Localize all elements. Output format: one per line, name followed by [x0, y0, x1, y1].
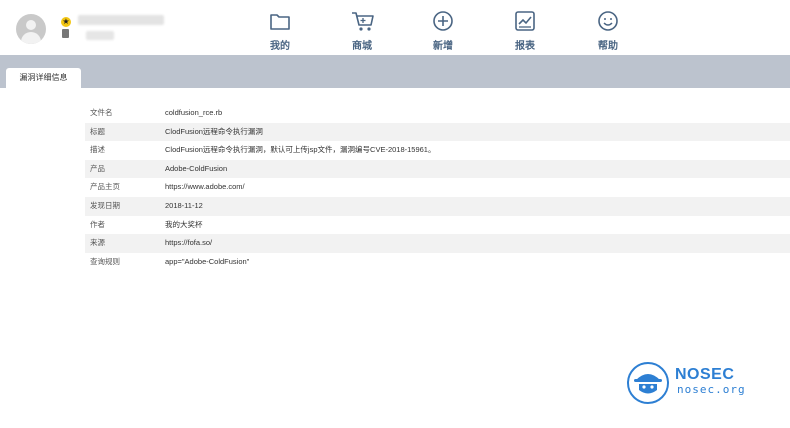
table-row: 标题 ClodFusion远程命令执行漏洞	[85, 122, 790, 142]
table-row: 发现日期 2018-11-12	[85, 196, 790, 216]
field-value: https://www.adobe.com/	[165, 182, 245, 192]
user-level-redacted	[86, 31, 114, 40]
nav-label: 商城	[352, 41, 372, 52]
nav-store[interactable]: 商城	[332, 8, 392, 52]
field-value: app="Adobe-ColdFusion"	[165, 256, 250, 266]
plus-circle-icon	[433, 11, 453, 31]
cart-icon	[352, 12, 374, 31]
field-value: 我的大奖杯	[165, 219, 203, 229]
nosec-logo-url: nosec.org	[677, 383, 746, 396]
field-label: 查询规则	[90, 256, 120, 266]
table-row: 产品 Adobe-ColdFusion	[85, 159, 790, 179]
field-value: ClodFusion远程命令执行漏洞，默认可上传jsp文件，漏洞编号CVE-20…	[165, 145, 436, 155]
detail-table: 文件名 coldfusion_rce.rb 标题 ClodFusion远程命令执…	[85, 104, 790, 271]
field-value: 2018-11-12	[165, 200, 203, 210]
folder-icon	[270, 14, 290, 30]
field-value: https://fofa.so/	[165, 238, 213, 248]
nav-add[interactable]: 新增	[413, 8, 473, 52]
field-label: 发现日期	[90, 200, 120, 210]
field-label: 标题	[90, 126, 105, 136]
field-label: 产品	[90, 163, 105, 173]
nav-label: 我的	[270, 41, 290, 52]
username-redacted	[78, 15, 164, 25]
nav-label: 帮助	[598, 41, 618, 52]
field-label: 文件名	[90, 108, 113, 117]
tab-vuln-detail[interactable]: 漏洞详细信息	[6, 68, 81, 88]
nav-label: 报表	[515, 41, 535, 52]
nav-help[interactable]: 帮助	[578, 8, 638, 52]
table-row: 产品主页 https://www.adobe.com/	[85, 178, 790, 197]
user-avatar[interactable]	[16, 14, 46, 44]
chart-icon	[515, 11, 535, 31]
field-label: 作者	[90, 219, 105, 229]
table-row: 作者 我的大奖杯	[85, 216, 790, 235]
table-row: 描述 ClodFusion远程命令执行漏洞，默认可上传jsp文件，漏洞编号CVE…	[85, 141, 790, 160]
table-row: 来源 https://fofa.so/	[85, 234, 790, 253]
field-label: 产品主页	[90, 182, 120, 192]
nosec-logo-text: NOSEC	[675, 366, 735, 383]
top-header: ★ 我的 商城 新增 报表 帮助	[0, 0, 790, 55]
field-value: coldfusion_rce.rb	[165, 108, 223, 117]
field-label: 描述	[90, 145, 105, 155]
table-row: 查询规则 app="Adobe-ColdFusion"	[85, 253, 790, 272]
nosec-logo-icon	[627, 362, 669, 404]
table-row: 文件名 coldfusion_rce.rb	[85, 104, 790, 123]
nav-label: 新增	[433, 41, 453, 52]
nav-mine[interactable]: 我的	[250, 8, 310, 52]
field-value: ClodFusion远程命令执行漏洞	[165, 126, 263, 136]
field-label: 来源	[90, 238, 105, 248]
pin-icon	[62, 29, 69, 38]
nav-reports[interactable]: 报表	[495, 8, 555, 52]
tab-bar: 漏洞详细信息	[0, 55, 790, 88]
smile-icon	[598, 11, 618, 31]
star-badge-icon: ★	[61, 17, 71, 27]
field-value: Adobe-ColdFusion	[165, 163, 228, 173]
